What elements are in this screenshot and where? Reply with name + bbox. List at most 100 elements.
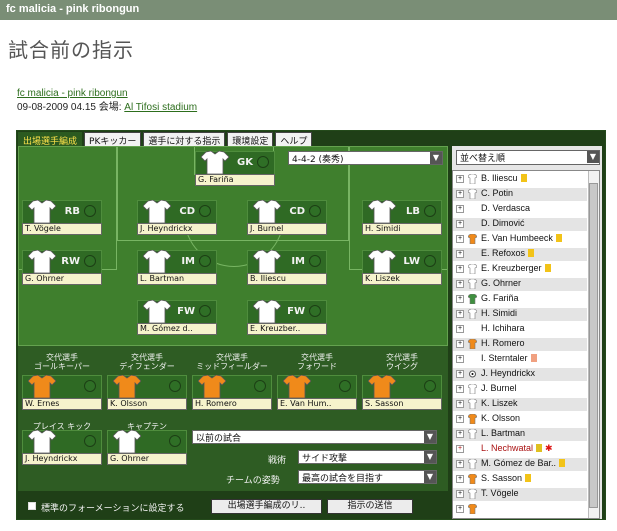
expand-icon[interactable]: + bbox=[456, 340, 464, 348]
expand-icon[interactable]: + bbox=[456, 400, 464, 408]
expand-icon[interactable]: + bbox=[456, 370, 464, 378]
expand-icon[interactable]: + bbox=[456, 280, 464, 288]
formation-select[interactable]: 4-4-2 (奏秀) ▼ bbox=[288, 151, 443, 165]
status-dot-icon[interactable] bbox=[424, 380, 436, 392]
pitch-player-lb-4[interactable]: LB H. Simidi bbox=[362, 199, 442, 238]
expand-icon[interactable]: + bbox=[456, 250, 464, 258]
substitute-slot[interactable]: E. Van Hum.. bbox=[277, 374, 357, 413]
expand-icon[interactable]: + bbox=[456, 295, 464, 303]
pitch-player-rb-1[interactable]: RB T. Vögele bbox=[22, 199, 102, 238]
substitute-slot[interactable]: H. Romero bbox=[192, 374, 272, 413]
roster-row[interactable]: + J. Heyndrickx bbox=[453, 368, 587, 381]
lineup-button[interactable]: 出場選手編成のリ.. bbox=[211, 499, 322, 514]
roster-row[interactable]: + H. Simidi bbox=[453, 308, 587, 321]
previous-match-select[interactable]: 以前の試合 ▼ bbox=[192, 430, 437, 444]
roster-row[interactable]: + H. Ichihara bbox=[453, 323, 587, 336]
expand-icon[interactable]: + bbox=[456, 265, 464, 273]
tab-settings[interactable]: 環境設定 bbox=[227, 132, 274, 147]
set-pieces-slot[interactable]: J. Heyndrickx bbox=[22, 429, 102, 468]
pitch-player-im-6[interactable]: IM L. Bartman bbox=[137, 249, 217, 288]
substitute-slot[interactable]: S. Sasson bbox=[362, 374, 442, 413]
status-dot-icon[interactable] bbox=[309, 255, 321, 267]
roster-row[interactable]: + bbox=[453, 503, 587, 516]
expand-icon[interactable]: + bbox=[456, 430, 464, 438]
roster-row[interactable]: + K. Liszek bbox=[453, 398, 587, 411]
expand-icon[interactable]: + bbox=[456, 175, 464, 183]
expand-icon[interactable]: + bbox=[456, 205, 464, 213]
team-link[interactable]: fc malicia - pink ribongun bbox=[17, 88, 128, 99]
roster-row[interactable]: + L. Nechwatal ✱ bbox=[453, 443, 587, 456]
status-dot-icon[interactable] bbox=[424, 255, 436, 267]
default-formation-checkbox[interactable] bbox=[28, 502, 36, 510]
tactics-select[interactable]: サイド攻撃 ▼ bbox=[298, 450, 437, 464]
status-dot-icon[interactable] bbox=[84, 380, 96, 392]
status-dot-icon[interactable] bbox=[199, 305, 211, 317]
player-name: E. Kreuzber.. bbox=[247, 323, 327, 335]
roster-row[interactable]: + J. Burnel bbox=[453, 383, 587, 396]
roster-row[interactable]: + E. Refoxos bbox=[453, 248, 587, 261]
status-dot-icon[interactable] bbox=[84, 435, 96, 447]
status-dot-icon[interactable] bbox=[309, 305, 321, 317]
pitch-player-rw-5[interactable]: RW G. Ohrner bbox=[22, 249, 102, 288]
roster-scroll-thumb[interactable] bbox=[589, 183, 598, 508]
status-dot-icon[interactable] bbox=[257, 156, 269, 168]
tab-penalty-takers[interactable]: PKキッカー bbox=[84, 132, 142, 147]
expand-icon[interactable]: + bbox=[456, 415, 464, 423]
substitute-slot[interactable]: K. Olsson bbox=[107, 374, 187, 413]
roster-row[interactable]: + I. Sterntaler bbox=[453, 353, 587, 366]
send-orders-button[interactable]: 指示の送信 bbox=[327, 499, 413, 514]
pitch-player-gk-0[interactable]: GK G. Fariña bbox=[195, 150, 275, 189]
substitute-slot[interactable]: W. Ernes bbox=[22, 374, 102, 413]
status-dot-icon[interactable] bbox=[199, 205, 211, 217]
roster-row[interactable]: + C. Potin bbox=[453, 188, 587, 201]
roster-row[interactable]: + B. Iliescu bbox=[453, 173, 587, 186]
pitch-player-lw-8[interactable]: LW K. Liszek bbox=[362, 249, 442, 288]
tab-help[interactable]: ヘルプ bbox=[275, 132, 313, 147]
roster-row[interactable]: + H. Romero bbox=[453, 338, 587, 351]
status-dot-icon[interactable] bbox=[84, 255, 96, 267]
roster-row[interactable]: + G. Fariña bbox=[453, 293, 587, 306]
expand-icon[interactable]: + bbox=[456, 325, 464, 333]
roster-row[interactable]: + S. Sasson bbox=[453, 473, 587, 486]
tab-lineup[interactable]: 出場選手編成 bbox=[18, 132, 83, 147]
roster-row[interactable]: + E. Kreuzberger bbox=[453, 263, 587, 276]
roster-row[interactable]: + L. Bartman bbox=[453, 428, 587, 441]
attitude-select[interactable]: 最高の試合を目指す ▼ bbox=[298, 470, 437, 484]
roster-row[interactable]: + K. Olsson bbox=[453, 413, 587, 426]
pitch-player-fw-9[interactable]: FW M. Gómez d.. bbox=[137, 299, 217, 338]
roster-row[interactable]: + D. Dimović bbox=[453, 218, 587, 231]
captain-slot[interactable]: G. Ohrner bbox=[107, 429, 187, 468]
pitch-player-fw-10[interactable]: FW E. Kreuzber.. bbox=[247, 299, 327, 338]
roster-row[interactable]: + G. Ohrner bbox=[453, 278, 587, 291]
roster-row[interactable]: + D. Verdasca bbox=[453, 203, 587, 216]
stadium-link[interactable]: Al Tifosi stadium bbox=[124, 102, 197, 113]
expand-icon[interactable]: + bbox=[456, 190, 464, 198]
expand-icon[interactable]: + bbox=[456, 220, 464, 228]
sort-select[interactable]: 並べ替え順 ▼ bbox=[456, 150, 600, 165]
pitch-player-im-7[interactable]: IM B. Iliescu bbox=[247, 249, 327, 288]
expand-icon[interactable]: + bbox=[456, 475, 464, 483]
status-dot-icon[interactable] bbox=[199, 255, 211, 267]
expand-icon[interactable]: + bbox=[456, 505, 464, 513]
expand-icon[interactable]: + bbox=[456, 355, 464, 363]
expand-icon[interactable]: + bbox=[456, 235, 464, 243]
status-dot-icon[interactable] bbox=[84, 205, 96, 217]
expand-icon[interactable]: + bbox=[456, 490, 464, 498]
status-dot-icon[interactable] bbox=[424, 205, 436, 217]
pitch-player-cd-2[interactable]: CD J. Heyndrickx bbox=[137, 199, 217, 238]
status-dot-icon[interactable] bbox=[339, 380, 351, 392]
expand-icon[interactable]: + bbox=[456, 385, 464, 393]
match-info: fc malicia - pink ribongun 09-08-2009 04… bbox=[17, 87, 197, 115]
roster-row[interactable]: + T. Vögele bbox=[453, 488, 587, 501]
roster-row[interactable]: + M. Gómez de Bar.. bbox=[453, 458, 587, 471]
status-dot-icon[interactable] bbox=[254, 380, 266, 392]
tab-player-orders[interactable]: 選手に対する指示 bbox=[143, 132, 226, 147]
status-dot-icon[interactable] bbox=[169, 435, 181, 447]
status-dot-icon[interactable] bbox=[309, 205, 321, 217]
expand-icon[interactable]: + bbox=[456, 310, 464, 318]
pitch-player-cd-3[interactable]: CD J. Burnel bbox=[247, 199, 327, 238]
status-dot-icon[interactable] bbox=[169, 380, 181, 392]
expand-icon[interactable]: + bbox=[456, 460, 464, 468]
expand-icon[interactable]: + bbox=[456, 445, 464, 453]
roster-row[interactable]: + E. Van Humbeeck bbox=[453, 233, 587, 246]
